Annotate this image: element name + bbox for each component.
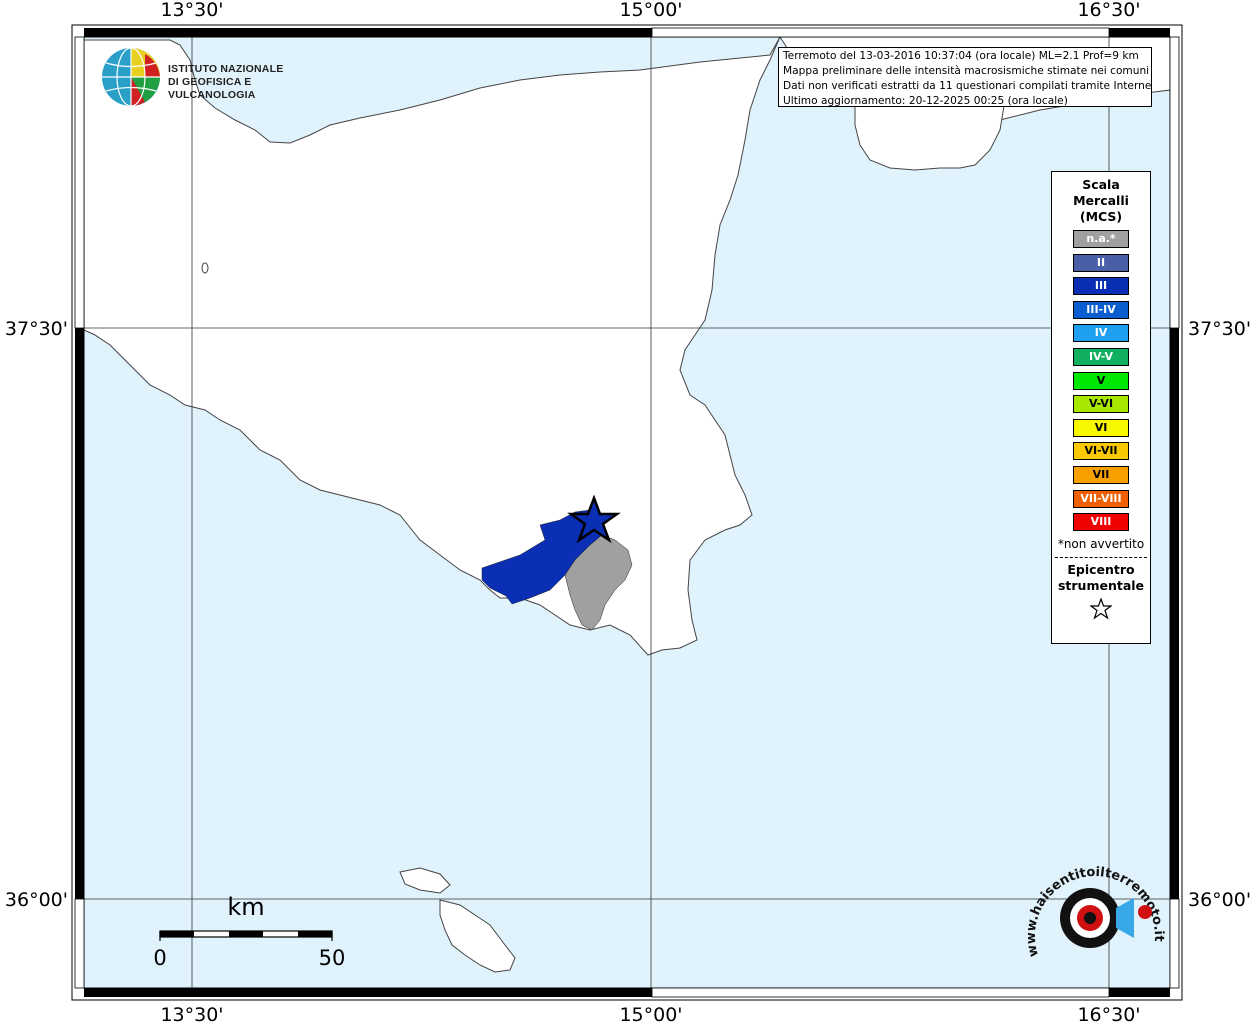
legend-epicenter: Epicentro strumentale [1052,562,1150,594]
star-outline-icon [1089,596,1113,620]
legend-item-9: VI [1073,418,1129,437]
ingv-logo-text: ISTITUTO NAZIONALE DI GEOFISICA E VULCAN… [168,63,340,102]
mcs-legend: Scala Mercalli (MCS) n.a.* II III III-IV IV I… [1051,171,1151,644]
legend-epicenter-1: Epicentro [1067,561,1135,577]
legend-title-2: Mercalli [1073,193,1129,208]
bottom-label-2: 15°00' [619,1004,682,1024]
top-label-2: 15°00' [619,0,682,21]
info-line-4: Ultimo aggiornamento: 20-12-2025 00:25 (… [783,95,1068,107]
legend-note: *non avvertito [1057,536,1145,551]
ingv-logo: ISTITUTO NAZIONALE DI GEOFISICA E VULCAN… [100,46,340,110]
ingv-logo-line2: DI GEOFISICA E VULCANOLOGIA [168,76,256,101]
hst-logo-icon: www.haisentitoilterremoto.it [1024,865,1166,958]
legend-title-1: Scala [1082,177,1120,192]
bottom-label-3: 16°30' [1077,1004,1140,1024]
legend-item-2: II [1073,253,1129,272]
legend-title: Scala Mercalli (MCS) [1052,177,1150,225]
right-label-2: 36°00' [1188,889,1251,911]
left-label-2: 36°00' [5,889,68,911]
legend-item-11: VII [1073,465,1129,484]
land-islet [201,262,209,274]
legend-item-13: VIII [1073,513,1129,532]
legend-item-6: IV-V [1073,347,1129,366]
legend-item-12: VII-VIII [1073,489,1129,508]
legend-item-4: III-IV [1073,300,1129,319]
legend-title-3: (MCS) [1079,209,1123,224]
top-label-3: 16°30' [1077,0,1140,21]
scale-max: 50 [319,946,346,970]
info-line-3: Dati non verificati estratti da 11 quest… [783,80,1152,92]
bottom-label-1: 13°30' [160,1004,223,1024]
globe-icon [102,47,160,107]
legend-item-10: VI-VII [1073,442,1129,461]
info-line-1: Terremoto del 13-03-2016 10:37:04 (ora l… [783,50,1139,62]
legend-item-8: V-VI [1073,395,1129,414]
info-line-2: Mappa preliminare delle intensità macros… [783,65,1150,77]
legend-epicenter-2: strumentale [1057,577,1145,593]
legend-items: n.a.* II III III-IV IV IV-V V V-VI VI VI-VII VII VI… [1052,230,1150,532]
legend-item-7: V [1073,371,1129,390]
ingv-logo-line1: ISTITUTO NAZIONALE [168,63,284,75]
legend-item-5: IV [1073,324,1129,343]
scale-min: 0 [153,946,166,970]
legend-item-1: n.a.* [1073,230,1129,248]
top-label-1: 13°30' [160,0,223,21]
scale-unit: km [227,893,264,921]
legend-separator [1055,556,1147,558]
hst-logo: www.haisentitoilterremoto.it [1024,850,1168,980]
right-label-1: 37°30' [1188,318,1251,340]
legend-item-3: III [1073,277,1129,296]
event-info-box: Terremoto del 13-03-2016 10:37:04 (ora l… [778,47,1152,107]
left-label-1: 37°30' [5,318,68,340]
legend-star-icon [1052,596,1150,624]
